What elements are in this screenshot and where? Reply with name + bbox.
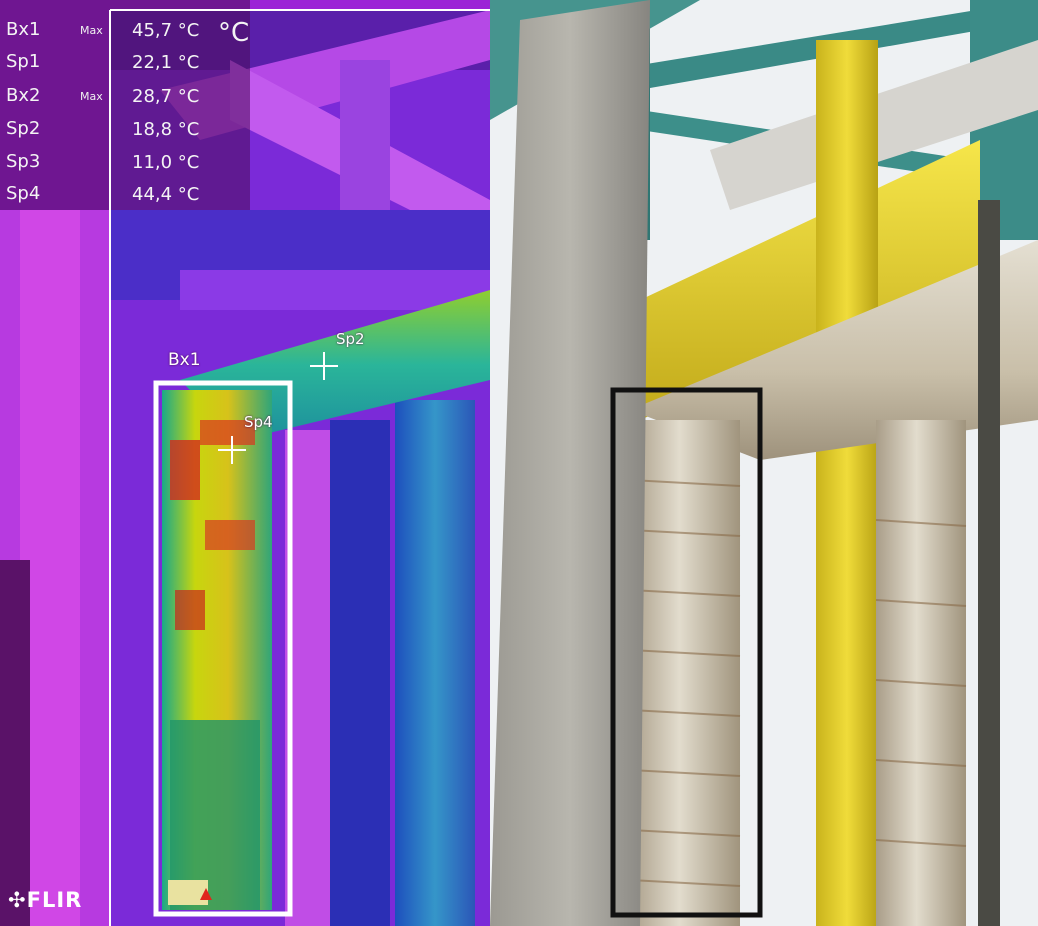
temperature-unit: °C	[218, 18, 250, 48]
spot-label-sp4: Sp4	[244, 413, 273, 431]
measurement-label: Sp2	[6, 118, 41, 139]
measurement-value: 28,7 °C	[132, 86, 200, 107]
photo-scene	[490, 0, 1038, 926]
measurement-label: Sp4	[6, 183, 41, 204]
flir-mark-icon: ✣	[8, 888, 27, 912]
thermal-scene	[0, 0, 490, 926]
thermal-image-panel: Bx1 Max 45,7 °C Sp1 22,1 °C Bx2 Max 28,7…	[0, 0, 490, 926]
box-label-bx1: Bx1	[168, 350, 201, 370]
measurement-value: 22,1 °C	[132, 52, 200, 73]
measurement-value: 45,7 °C	[132, 20, 200, 41]
visual-photo-panel	[490, 0, 1038, 926]
measurement-value: 44,4 °C	[132, 184, 200, 205]
measurement-label: Sp3	[6, 151, 41, 172]
measurement-qualifier: Max	[80, 24, 103, 37]
measurement-value: 11,0 °C	[132, 152, 200, 173]
measurement-label: Bx2	[6, 85, 41, 106]
measurement-label: Sp1	[6, 51, 41, 72]
measurement-qualifier: Max	[80, 90, 103, 103]
flir-logo: ✣FLIR	[8, 888, 83, 912]
spot-label-sp2: Sp2	[336, 330, 365, 348]
measurement-label: Bx1	[6, 19, 41, 40]
measurement-value: 18,8 °C	[132, 119, 200, 140]
